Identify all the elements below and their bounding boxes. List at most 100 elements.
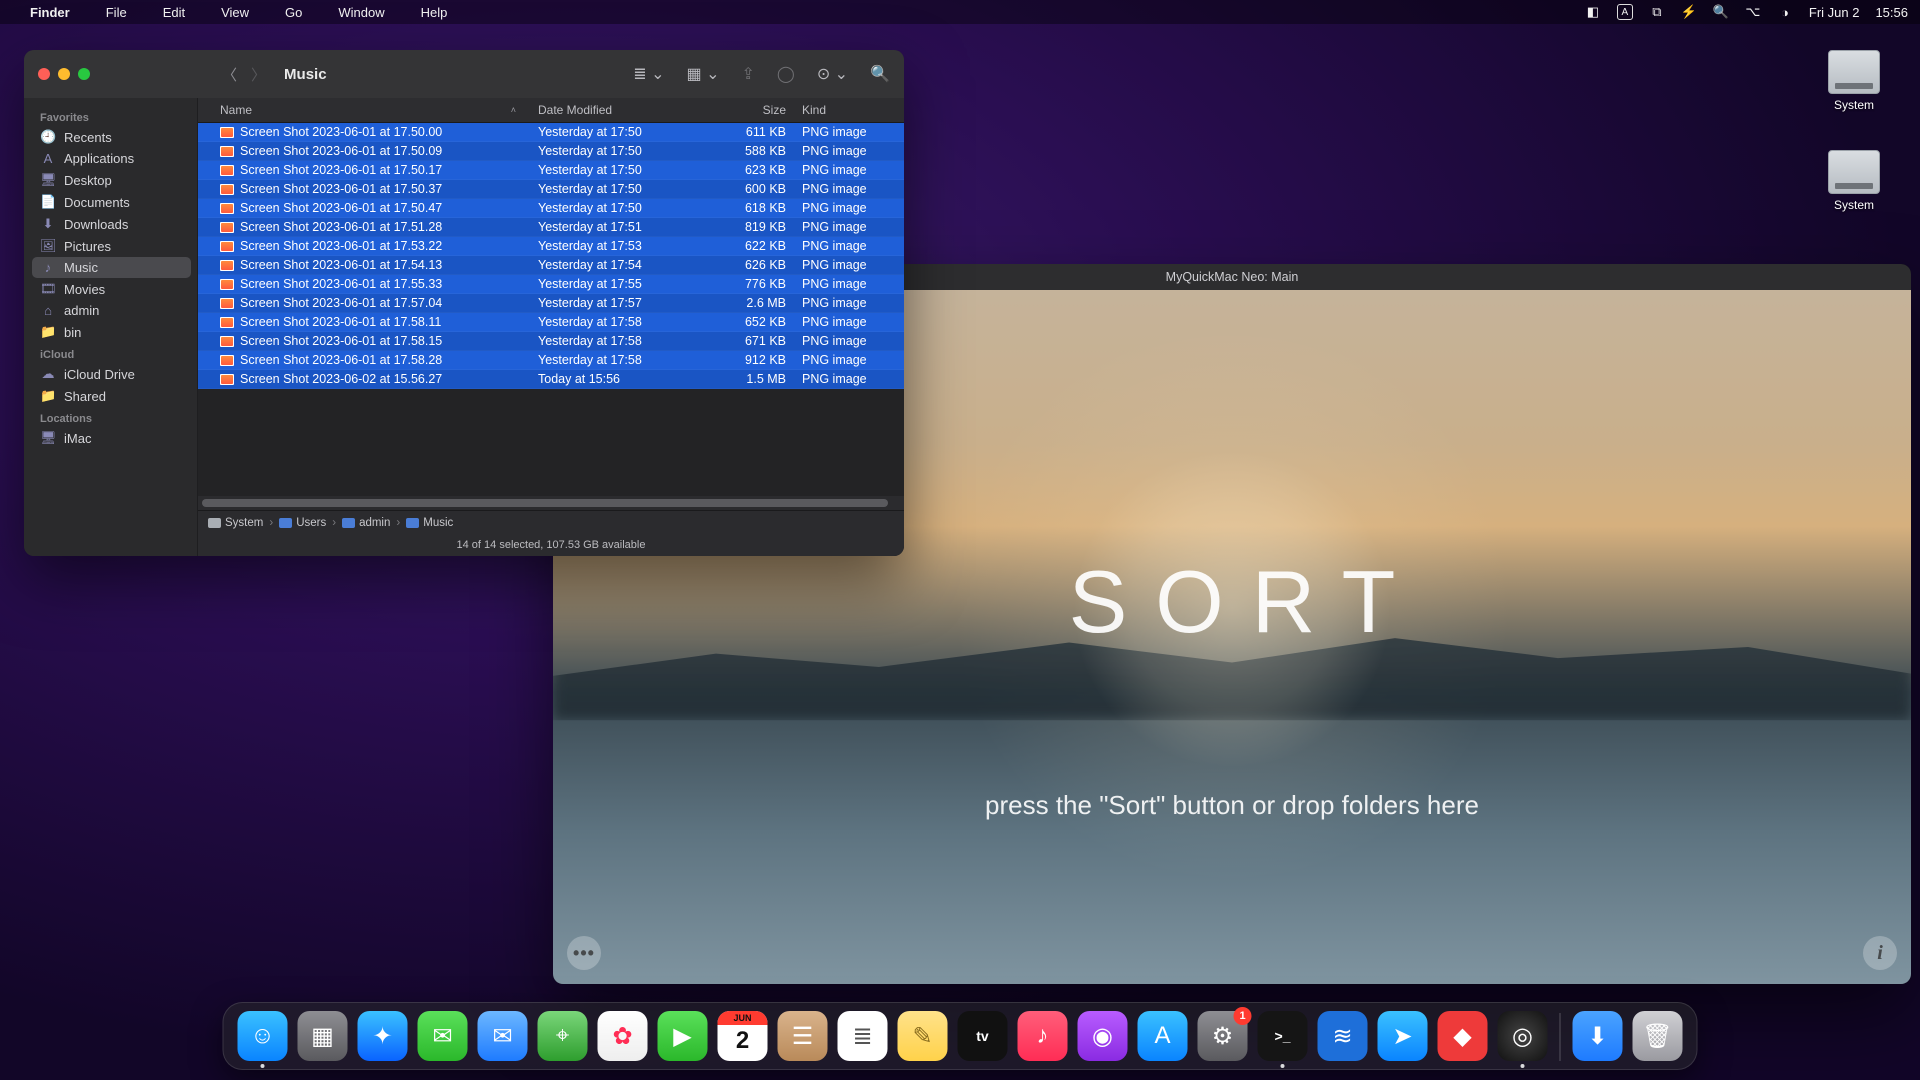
table-row[interactable]: Screen Shot 2023-06-02 at 15.56.27Today …: [198, 370, 904, 389]
path-segment-music[interactable]: Music: [406, 517, 453, 529]
table-row[interactable]: Screen Shot 2023-06-01 at 17.50.47Yester…: [198, 199, 904, 218]
path-segment-users[interactable]: Users: [279, 517, 326, 529]
scrollbar-thumb[interactable]: [202, 499, 888, 507]
table-row[interactable]: Screen Shot 2023-06-01 at 17.50.37Yester…: [198, 180, 904, 199]
dock-tv[interactable]: tv: [958, 1011, 1008, 1061]
input-source-icon[interactable]: A: [1617, 4, 1633, 20]
table-row[interactable]: Screen Shot 2023-06-01 at 17.58.28Yester…: [198, 351, 904, 370]
sidebar-item-applications[interactable]: AApplications: [32, 148, 191, 169]
sidebar-item-music[interactable]: ♪Music: [32, 257, 191, 278]
dock-myquickmac[interactable]: ◎: [1498, 1011, 1548, 1061]
sidebar-item-pictures[interactable]: 🖼Pictures: [32, 235, 191, 257]
menu-edit[interactable]: Edit: [163, 5, 185, 20]
dock[interactable]: ☺▦✦✉✉⌖✿▶JUN2☰≣✎tv♪◉A⚙1>_≋➤◆◎⬇🗑: [223, 1002, 1698, 1070]
close-button[interactable]: [38, 68, 50, 80]
menu-go[interactable]: Go: [285, 5, 302, 20]
forward-button[interactable]: 〉: [251, 64, 266, 85]
file-size: 588 KB: [706, 142, 794, 160]
dock-calendar[interactable]: JUN2: [718, 1011, 768, 1061]
table-row[interactable]: Screen Shot 2023-06-01 at 17.50.09Yester…: [198, 142, 904, 161]
dock-music[interactable]: ♪: [1018, 1011, 1068, 1061]
finder-titlebar[interactable]: 〈 〉 Music ≣ ⌄ ▦ ⌄ ⇪ ◯ ⊙ ⌄ 🔍: [24, 50, 904, 98]
dock-messages[interactable]: ✉: [418, 1011, 468, 1061]
dock-maps[interactable]: ⌖: [538, 1011, 588, 1061]
search-button[interactable]: 🔍: [870, 64, 890, 84]
dock-settings[interactable]: ⚙1: [1198, 1011, 1248, 1061]
menu-view[interactable]: View: [221, 5, 249, 20]
path-bar[interactable]: System›Users›admin›Music: [198, 510, 904, 534]
path-segment-system[interactable]: System: [208, 517, 263, 529]
table-row[interactable]: Screen Shot 2023-06-01 at 17.54.13Yester…: [198, 256, 904, 275]
horizontal-scrollbar[interactable]: [198, 496, 904, 510]
dock-telegram[interactable]: ➤: [1378, 1011, 1428, 1061]
sidebar-item-movies[interactable]: 🎞Movies: [32, 278, 191, 300]
siri-icon[interactable]: ◑: [1777, 4, 1793, 20]
sidebar-item-shared[interactable]: 📁Shared: [32, 385, 191, 407]
dock-finder[interactable]: ☺: [238, 1011, 288, 1061]
table-row[interactable]: Screen Shot 2023-06-01 at 17.58.15Yester…: [198, 332, 904, 351]
sidebar-item-imac[interactable]: 🖥iMac: [32, 427, 191, 449]
table-row[interactable]: Screen Shot 2023-06-01 at 17.51.28Yester…: [198, 218, 904, 237]
dock-downloads-stack[interactable]: ⬇: [1573, 1011, 1623, 1061]
sidebar-item-documents[interactable]: 📄Documents: [32, 191, 191, 213]
app-info-button[interactable]: i: [1863, 936, 1897, 970]
finder-sidebar[interactable]: Favorites🕘RecentsAApplications🖥Desktop📄D…: [24, 98, 198, 556]
sidebar-item-icloud-drive[interactable]: ☁iCloud Drive: [32, 363, 191, 385]
control-center-icon[interactable]: ⌥: [1745, 4, 1761, 20]
view-mode-button[interactable]: ≣ ⌄: [633, 64, 664, 84]
finder-window[interactable]: 〈 〉 Music ≣ ⌄ ▦ ⌄ ⇪ ◯ ⊙ ⌄ 🔍 Favorites🕘Re…: [24, 50, 904, 556]
dock-contacts[interactable]: ☰: [778, 1011, 828, 1061]
app-menu[interactable]: Finder: [30, 5, 70, 20]
table-row[interactable]: Screen Shot 2023-06-01 at 17.57.04Yester…: [198, 294, 904, 313]
back-button[interactable]: 〈: [222, 64, 237, 85]
menu-window[interactable]: Window: [338, 5, 384, 20]
menubar-date[interactable]: Fri Jun 2: [1809, 5, 1860, 20]
desktop-drive-1[interactable]: System: [1814, 150, 1894, 212]
column-kind[interactable]: Kind: [794, 98, 904, 122]
column-size[interactable]: Size: [706, 98, 794, 122]
dock-notes[interactable]: ✎: [898, 1011, 948, 1061]
group-button[interactable]: ▦ ⌄: [687, 64, 720, 84]
sidebar-item-desktop[interactable]: 🖥Desktop: [32, 169, 191, 191]
dock-safari[interactable]: ✦: [358, 1011, 408, 1061]
dock-appstore[interactable]: A: [1138, 1011, 1188, 1061]
menu-help[interactable]: Help: [421, 5, 448, 20]
file-rows[interactable]: Screen Shot 2023-06-01 at 17.50.00Yester…: [198, 123, 904, 496]
sidebar-item-admin[interactable]: ⌂admin: [32, 300, 191, 321]
dock-terminal[interactable]: >_: [1258, 1011, 1308, 1061]
sidebar-item-bin[interactable]: 📁bin: [32, 321, 191, 343]
app-menu-button[interactable]: •••: [567, 936, 601, 970]
action-button[interactable]: ⊙ ⌄: [817, 64, 848, 84]
column-name[interactable]: Name˄: [198, 98, 530, 122]
spotlight-icon[interactable]: 🔍: [1713, 4, 1729, 20]
table-row[interactable]: Screen Shot 2023-06-01 at 17.53.22Yester…: [198, 237, 904, 256]
minimize-button[interactable]: [58, 68, 70, 80]
tags-button[interactable]: ◯: [777, 64, 795, 84]
table-row[interactable]: Screen Shot 2023-06-01 at 17.50.17Yester…: [198, 161, 904, 180]
battery-icon[interactable]: ⚡: [1681, 4, 1697, 20]
dock-photos[interactable]: ✿: [598, 1011, 648, 1061]
dock-launchpad[interactable]: ▦: [298, 1011, 348, 1061]
zoom-button[interactable]: [78, 68, 90, 80]
menubar-time[interactable]: 15:56: [1875, 5, 1908, 20]
desktop-drive-0[interactable]: System: [1814, 50, 1894, 112]
menu-file[interactable]: File: [106, 5, 127, 20]
dock-mail[interactable]: ✉: [478, 1011, 528, 1061]
share-button[interactable]: ⇪: [742, 64, 755, 84]
dock-podcasts[interactable]: ◉: [1078, 1011, 1128, 1061]
sidebar-item-recents[interactable]: 🕘Recents: [32, 126, 191, 148]
stage-manager-icon[interactable]: ⧉: [1649, 4, 1665, 20]
path-segment-admin[interactable]: admin: [342, 517, 390, 529]
dock-trash[interactable]: 🗑: [1633, 1011, 1683, 1061]
dock-vscode[interactable]: ≋: [1318, 1011, 1368, 1061]
sidebar-item-downloads[interactable]: ⬇Downloads: [32, 213, 191, 235]
menubar-extra-icon[interactable]: ◧: [1585, 4, 1601, 20]
table-row[interactable]: Screen Shot 2023-06-01 at 17.58.11Yester…: [198, 313, 904, 332]
sort-button[interactable]: SORT: [1041, 551, 1424, 653]
column-date[interactable]: Date Modified: [530, 98, 706, 122]
dock-facetime[interactable]: ▶: [658, 1011, 708, 1061]
table-row[interactable]: Screen Shot 2023-06-01 at 17.50.00Yester…: [198, 123, 904, 142]
dock-reminders[interactable]: ≣: [838, 1011, 888, 1061]
table-row[interactable]: Screen Shot 2023-06-01 at 17.55.33Yester…: [198, 275, 904, 294]
dock-anydesk[interactable]: ◆: [1438, 1011, 1488, 1061]
